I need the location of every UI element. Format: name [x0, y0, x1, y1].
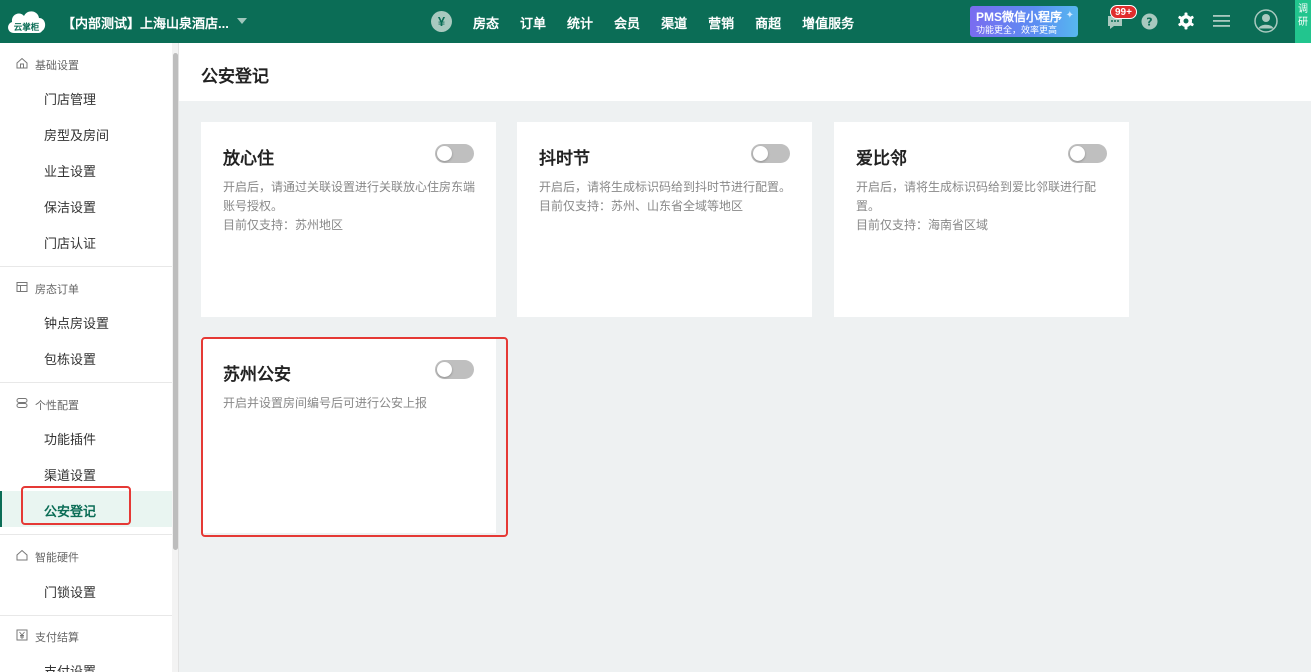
logo-text: 云掌柜 [14, 22, 40, 33]
chevron-down-icon[interactable] [237, 18, 247, 24]
sparkle-icon: ✦ [1065, 10, 1074, 21]
sidebar-item-plugins[interactable]: 功能插件 [0, 419, 172, 455]
gear-icon[interactable] [1177, 12, 1195, 30]
survey-side-tab[interactable]: 调研 [1295, 0, 1311, 43]
group-label: 房态订单 [35, 284, 79, 296]
toggle-knob [437, 146, 452, 161]
page-title: 公安登记 [201, 67, 269, 86]
card-title: 抖时节 [539, 149, 590, 168]
miniprogram-promo-banner[interactable]: PMS微信小程序 功能更全，效率更高 ✦ [970, 6, 1078, 37]
sidebar-item-payment-settings[interactable]: 支付设置 [0, 651, 172, 672]
message-count-badge: 99+ [1110, 5, 1137, 19]
sidebar-item-channel-settings[interactable]: 渠道设置 [0, 455, 172, 491]
nav-members[interactable]: 会员 [614, 13, 640, 32]
sidebar-item-store-verification[interactable]: 门店认证 [0, 223, 172, 259]
enable-toggle[interactable] [435, 360, 474, 379]
integration-card-aibilin: 爱比邻 开启后，请将生成标识码给到爱比邻联进行配置。 目前仅支持：海南省区域 [834, 122, 1129, 317]
integration-card-doushijie: 抖时节 开启后，请将生成标识码给到抖时节进行配置。 目前仅支持：苏州、山东省全域… [517, 122, 812, 317]
settings-sidebar: 基础设置 门店管理 房型及房间 业主设置 保洁设置 门店认证 房态订单 钟点房设… [0, 43, 172, 672]
toggle-knob [1070, 146, 1085, 161]
integration-card-suzhou-police: 苏州公安 开启并设置房间编号后可进行公安上报 [201, 338, 496, 533]
top-navigation-bar: 云掌柜 【内部测试】上海山泉酒店... ¥ 房态 订单 统计 会员 渠道 营销 … [0, 0, 1311, 43]
nav-channels[interactable]: 渠道 [661, 13, 687, 32]
divider [0, 266, 172, 267]
toggle-knob [753, 146, 768, 161]
nav-room-status[interactable]: 房态 [473, 13, 499, 32]
group-label: 基础设置 [35, 60, 79, 72]
group-personalization: 个性配置 [0, 386, 172, 420]
svg-text:?: ? [1146, 16, 1152, 29]
hamburger-menu-icon[interactable] [1213, 14, 1230, 28]
group-payment: 支付结算 [0, 618, 172, 652]
home-icon [16, 57, 28, 69]
nav-value-added[interactable]: 增值服务 [802, 13, 854, 32]
sidebar-item-store-management[interactable]: 门店管理 [0, 79, 172, 115]
divider [0, 382, 172, 383]
divider [0, 534, 172, 535]
user-avatar-icon[interactable] [1254, 9, 1278, 33]
nav-orders[interactable]: 订单 [520, 13, 546, 32]
sidebar-item-door-lock[interactable]: 门锁设置 [0, 572, 172, 608]
calendar-icon [16, 282, 28, 292]
card-title: 苏州公安 [223, 365, 291, 384]
sidebar-item-cleaning-settings[interactable]: 保洁设置 [0, 187, 172, 223]
card-description: 开启并设置房间编号后可进行公安上报 [223, 396, 428, 410]
sidebar-item-whole-building[interactable]: 包栋设置 [0, 339, 172, 375]
card-title: 爱比邻 [856, 149, 907, 168]
nav-statistics[interactable]: 统计 [567, 13, 593, 32]
active-indicator [0, 491, 2, 527]
group-room-orders: 房态订单 [0, 270, 172, 304]
sidebar-scrollbar[interactable] [172, 43, 179, 672]
layers-icon [16, 398, 28, 408]
card-title: 放心住 [223, 149, 274, 168]
group-label: 个性配置 [35, 400, 79, 412]
help-icon[interactable]: ? [1141, 13, 1158, 30]
card-description: 开启后，请通过关联设置进行关联放心住房东端账号授权。 目前仅支持：苏州地区 [223, 180, 476, 232]
card-description: 开启后，请将生成标识码给到抖时节进行配置。 目前仅支持：苏州、山东省全域等地区 [539, 180, 792, 213]
yen-box-icon [16, 629, 28, 641]
nav-marketing[interactable]: 营销 [708, 13, 734, 32]
divider [0, 615, 172, 616]
sidebar-item-police-registration[interactable]: 公安登记 [0, 491, 172, 527]
scrollbar-thumb[interactable] [173, 53, 178, 550]
enable-toggle[interactable] [1068, 144, 1107, 163]
main-nav: 房态 订单 统计 会员 渠道 营销 商超 增值服务 [473, 13, 875, 32]
page-header: 公安登记 [179, 43, 1311, 101]
integration-card-fangxinzhu: 放心住 开启后，请通过关联设置进行关联放心住房东端账号授权。 目前仅支持：苏州地… [201, 122, 496, 317]
store-name[interactable]: 【内部测试】上海山泉酒店... [62, 13, 229, 32]
enable-toggle[interactable] [751, 144, 790, 163]
group-label: 智能硬件 [35, 552, 79, 564]
promo-subtitle: 功能更全，效率更高 [976, 25, 1058, 35]
sidebar-item-room-types[interactable]: 房型及房间 [0, 115, 172, 151]
toggle-knob [437, 362, 452, 377]
enable-toggle[interactable] [435, 144, 474, 163]
yen-icon[interactable]: ¥ [431, 11, 452, 32]
home-icon [16, 549, 28, 561]
group-smart-hardware: 智能硬件 [0, 538, 172, 572]
sidebar-item-owner-settings[interactable]: 业主设置 [0, 151, 172, 187]
group-basic-settings: 基础设置 [0, 46, 172, 80]
cloud-logo-icon[interactable]: 云掌柜 [5, 6, 48, 37]
card-description: 开启后，请将生成标识码给到爱比邻联进行配置。 目前仅支持：海南省区域 [856, 180, 1097, 232]
nav-mall[interactable]: 商超 [755, 13, 781, 32]
group-label: 支付结算 [35, 632, 79, 644]
sidebar-item-hourly-room[interactable]: 钟点房设置 [0, 303, 172, 339]
